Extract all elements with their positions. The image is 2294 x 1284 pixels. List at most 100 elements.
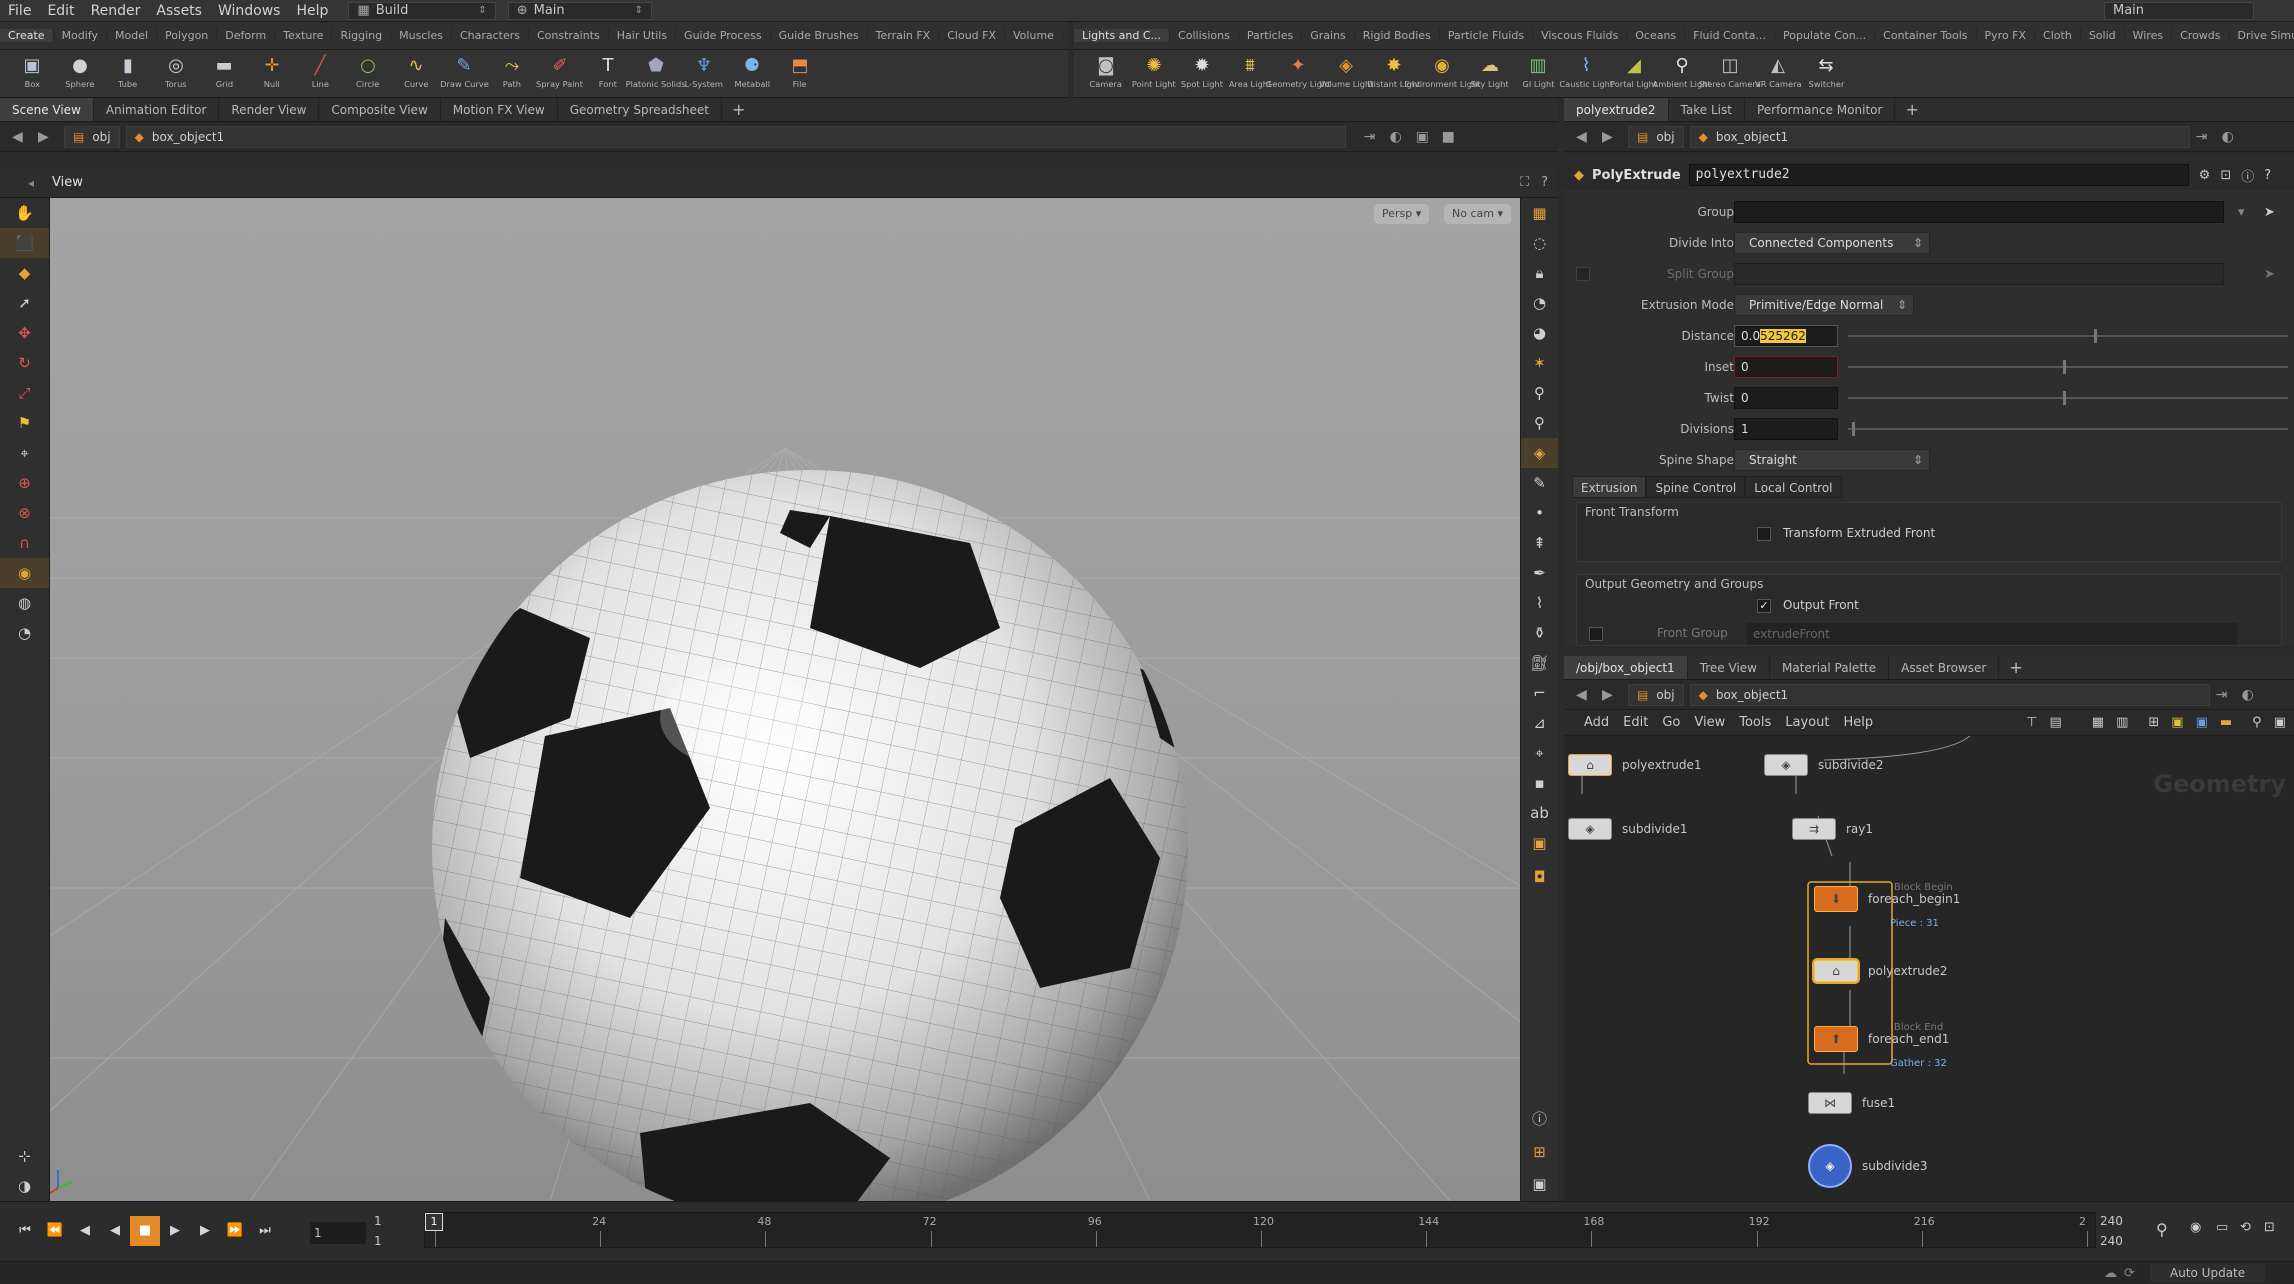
paint-icon[interactable]: ⚱ [1521,618,1558,648]
path-obj[interactable]: ▤ obj [1628,683,1684,706]
display-options-icon[interactable]: ▦ [1521,198,1558,228]
menu-layout[interactable]: Layout [1785,715,1829,730]
menu-windows[interactable]: Windows [210,0,289,22]
inset-slider[interactable] [1848,360,2288,374]
tab-geometry-spreadsheet[interactable]: Geometry Spreadsheet [558,98,722,121]
path-node[interactable]: ◆ box_object1 [1689,683,2210,706]
bounding-icon[interactable]: ⌐ [1521,678,1558,708]
shelf-tab-characters[interactable]: Characters [452,29,529,42]
move-tool-icon[interactable]: ✥ [0,318,49,348]
shelf-tab-pyro-fx[interactable]: Pyro FX [1977,29,2036,42]
shelf-tool-tube[interactable]: ▮ Tube [104,50,152,90]
gear-icon[interactable]: ⚙ [2199,168,2211,183]
current-frame-field[interactable]: 1 [310,1222,366,1244]
menu-assets[interactable]: Assets [148,0,210,22]
shelf-tab-collisions[interactable]: Collisions [1170,29,1239,42]
wire-shaded-icon[interactable]: ◈ [1521,438,1558,468]
camera-lock-icon[interactable]: ⛶ [1520,175,1529,190]
world-axis-icon[interactable]: ◑ [0,1171,49,1201]
pin-icon[interactable]: ⇥ [1364,129,1390,145]
shelf-tab-rigging[interactable]: Rigging [332,29,392,42]
snap-grid-icon[interactable]: ⊕ [0,468,49,498]
link-icon[interactable]: ◐ [1390,129,1416,145]
shelf-tool-stereo-camera[interactable]: ◫ Stereo Camera [1699,50,1761,90]
add-shelf-tab-icon[interactable]: + [1063,26,1068,45]
tab-local-control[interactable]: Local Control [1745,476,1842,498]
shelf-tool-gi-light[interactable]: ▥ GI Light [1514,50,1562,90]
tab-material-palette[interactable]: Material Palette [1770,656,1890,679]
shelf-tab-rigid-bodies[interactable]: Rigid Bodies [1355,29,1440,42]
network-editor[interactable]: Geometry ⌂ polyextrude1 ◈ subdivide1 ◈ s… [1564,736,2294,1201]
tab-scene-view[interactable]: Scene View [0,98,94,121]
shelf-tab-drive-simula[interactable]: Drive Simula... [2230,29,2294,42]
shelf-tab-lights-and-c[interactable]: Lights and C... [1074,29,1171,42]
shelf-tab-fluid-conta[interactable]: Fluid Conta... [1685,29,1775,42]
node-foreach-begin1[interactable]: ⬇ foreach_begin1 [1814,886,1960,912]
inset-slider-knob[interactable] [2063,360,2066,374]
shelf-tool-path[interactable]: ⤳ Path [488,50,536,90]
shelf-tab-model[interactable]: Model [107,29,158,42]
grid-view-icon[interactable]: ▦ [2092,715,2104,730]
pose-tool-icon[interactable]: ⬛ [0,228,49,258]
play-icon[interactable]: ▶ [160,1216,190,1246]
bucket-icon[interactable]: ⛽︎ [1521,648,1558,678]
shelf-tab-muscles[interactable]: Muscles [391,29,452,42]
edge-icon[interactable]: ⊿ [1521,708,1558,738]
shelf-tab-guide-process[interactable]: Guide Process [676,29,771,42]
shelf-tab-deform[interactable]: Deform [217,29,276,42]
transform-extruded-front-checkbox[interactable] [1757,527,1771,541]
play-reverse-icon[interactable]: ◀ [100,1216,130,1246]
shelf-tool-line[interactable]: ╱ Line [296,50,344,90]
handle-icon[interactable]: ⚑ [0,408,49,438]
forward-arrow-icon[interactable]: ▶ [38,129,64,145]
scale-tool-icon[interactable]: ⤢ [0,378,49,408]
back-arrow-icon[interactable]: ◀ [12,129,38,145]
tab-spine-control[interactable]: Spine Control [1646,476,1746,498]
3d-viewport[interactable] [50,198,1520,1201]
display-options-icon[interactable]: ▣ [1416,129,1442,145]
pen-icon[interactable]: ✒ [1521,558,1558,588]
step-forward-icon[interactable]: ▶︎ [190,1216,220,1246]
shelf-tab-volume[interactable]: Volume [1005,29,1063,42]
shelf-tab-viscous-fluids[interactable]: Viscous Fluids [1533,29,1628,42]
table-icon[interactable]: ▥ [2116,715,2128,730]
key-search-icon[interactable]: ⚲ [2156,1220,2168,1239]
path-node[interactable]: ◆ box_object1 [125,125,1346,148]
normals-icon[interactable]: ⇞ [1521,528,1558,558]
tab-extrusion[interactable]: Extrusion [1572,476,1647,498]
viewport-help-icon[interactable]: ? [1541,175,1548,190]
camera-icon[interactable]: ⚲ [1521,408,1558,438]
visibility-icon[interactable]: ◔ [1521,288,1558,318]
menu-help[interactable]: Help [1843,715,1873,730]
shelf-tab-create[interactable]: Create [0,29,54,42]
shelf-tab-polygon[interactable]: Polygon [157,29,218,42]
distance-field[interactable]: 0.0525262 [1734,325,1838,347]
front-group-field[interactable]: extrudeFront [1747,623,2237,645]
node-name-field[interactable]: polyextrude2 [1688,164,2189,186]
divisions-slider[interactable] [1848,422,2288,436]
shelf-tool-metaball[interactable]: ⚈ Metaball [728,50,776,90]
image-icon[interactable]: ▣ [2196,715,2208,730]
loop-icon[interactable]: ⟲ [2240,1220,2251,1235]
render-cam-icon[interactable]: ◔ [0,618,49,648]
point-display-icon[interactable]: • [1521,498,1558,528]
shelf-tool-geometry-light[interactable]: ✦ Geometry Light [1266,50,1331,90]
inset-field[interactable]: 0 [1734,356,1838,378]
brush-icon[interactable]: ✎ [1521,468,1558,498]
single-view-icon[interactable]: ▣ [1521,1169,1558,1199]
collapse-arrow-icon[interactable]: ◂ [28,176,34,190]
view-tool-icon[interactable]: ⌖ [0,438,49,468]
lock-icon[interactable]: 🔒︎ [1521,258,1558,288]
shelf-tab-texture[interactable]: Texture [275,29,333,42]
node-polyextrude2[interactable]: ⌂ polyextrude2 [1814,960,1948,982]
output-front-checkbox[interactable]: ✓ [1757,599,1771,613]
step-forward-key-icon[interactable]: ⏩ [220,1216,250,1246]
ghost-icon[interactable]: ◌ [1521,228,1558,258]
tab-polyextrude2[interactable]: polyextrude2 [1564,98,1669,121]
shape-palette-icon[interactable]: ▣ [2274,715,2286,730]
node-polyextrude1[interactable]: ⌂ polyextrude1 [1568,754,1702,776]
shelf-tab-hair-utils[interactable]: Hair Utils [609,29,677,42]
light-icon[interactable]: ✶ [1521,348,1558,378]
tab-asset-browser[interactable]: Asset Browser [1889,656,2000,679]
shelf-tab-guide-brushes[interactable]: Guide Brushes [771,29,868,42]
